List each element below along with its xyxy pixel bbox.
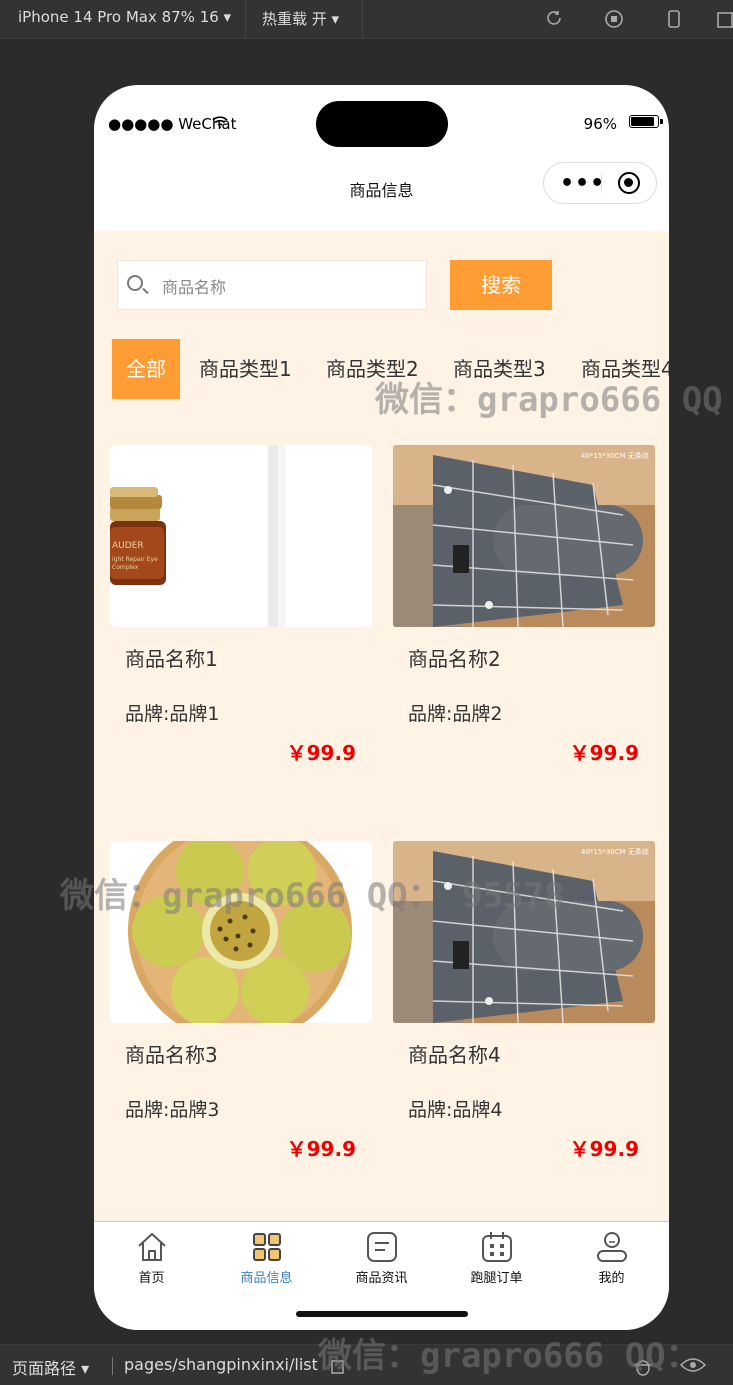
product-brand: 品牌:品牌4 xyxy=(408,1099,503,1121)
tabbar-label: 首页 xyxy=(138,1271,165,1286)
page-content: 搜索 全部 商品类型1 商品类型2 商品类型3 商品类型4 AUDE xyxy=(94,215,669,1221)
product-brand: 品牌:品牌2 xyxy=(408,703,503,725)
stop-icon[interactable] xyxy=(604,9,624,29)
phone-preview-icon[interactable] xyxy=(664,9,684,29)
product-price: ￥99.9 xyxy=(569,741,639,765)
product-image[interactable]: AUDER ight Repair Eye Complex xyxy=(110,445,372,627)
product-image[interactable]: 40*15*30CM 无条纹 xyxy=(393,841,655,1023)
phone-frame: ●●●●● WeChat 96% 商品信息 ••• 搜索 全部 商品类型1 商品… xyxy=(94,85,669,1330)
search-button[interactable]: 搜索 xyxy=(450,260,552,310)
tabbar-item-home[interactable]: 首页 xyxy=(94,1222,209,1292)
cosmetics-jar-image: AUDER ight Repair Eye Complex xyxy=(110,445,372,627)
tabbar-item-mine[interactable]: 我的 xyxy=(554,1222,669,1292)
header-strip xyxy=(94,215,669,231)
svg-text:40*15*30CM 无条纹: 40*15*30CM 无条纹 xyxy=(581,451,649,460)
product-name: 商品名称3 xyxy=(125,1043,218,1067)
battery-fill xyxy=(631,117,655,126)
toolbar-divider xyxy=(362,0,363,38)
product-brand: 品牌:品牌1 xyxy=(125,703,220,725)
product-image[interactable] xyxy=(110,841,372,1023)
wifi-icon xyxy=(212,116,228,128)
ide-toolbar: iPhone 14 Pro Max 87% 16 ▾ 热重载 开 ▾ xyxy=(0,0,733,39)
ide-status-bar: 页面路径 ▾ pages/shangpinxinxi/list xyxy=(0,1344,733,1385)
tabbar-label: 商品资讯 xyxy=(355,1271,408,1286)
eye-icon[interactable] xyxy=(680,1357,706,1373)
battery-percent: 96% xyxy=(583,115,617,133)
close-miniprogram-icon[interactable] xyxy=(618,172,640,194)
tab-type-2[interactable]: 商品类型2 xyxy=(326,339,419,399)
battery-nub xyxy=(660,119,663,124)
product-card[interactable]: 商品名称3 品牌:品牌3 ￥99.9 xyxy=(110,841,372,1171)
calendar-icon xyxy=(482,1232,512,1262)
tab-type-1[interactable]: 商品类型1 xyxy=(199,339,292,399)
product-name: 商品名称2 xyxy=(408,647,501,671)
svg-text:Complex: Complex xyxy=(112,564,139,571)
copy-icon[interactable] xyxy=(328,1357,346,1375)
product-card[interactable]: 40*15*30CM 无条纹 商品名称2 品牌:品牌2 ￥99.9 xyxy=(393,445,655,775)
product-image[interactable]: 40*15*30CM 无条纹 xyxy=(393,445,655,627)
window-icon[interactable] xyxy=(716,9,733,29)
device-selector[interactable]: iPhone 14 Pro Max 87% 16 ▾ xyxy=(18,8,231,26)
toolbar-divider xyxy=(245,0,246,38)
passion-fruit-image xyxy=(110,841,372,1023)
product-card[interactable]: AUDER ight Repair Eye Complex 商品名称1 品牌:品… xyxy=(110,445,372,775)
product-price: ￥99.9 xyxy=(286,741,356,765)
search-input[interactable] xyxy=(160,273,414,301)
tab-type-4[interactable]: 商品类型4 xyxy=(581,339,669,399)
tabbar-label: 我的 xyxy=(598,1271,625,1286)
search-field[interactable] xyxy=(117,260,427,310)
hot-reload-toggle[interactable]: 热重载 开 ▾ xyxy=(262,8,339,29)
plaid-cushion-image: 40*15*30CM 无条纹 xyxy=(393,445,655,627)
product-card[interactable]: 40*15*30CM 无条纹 商品名称4 品牌:品牌4 ￥99.9 xyxy=(393,841,655,1171)
product-brand: 品牌:品牌3 xyxy=(125,1099,220,1121)
category-tabs: 全部 商品类型1 商品类型2 商品类型3 商品类型4 xyxy=(112,339,669,399)
tabbar-item-orders[interactable]: 跑腿订单 xyxy=(439,1222,554,1292)
tabbar-item-news[interactable]: 商品资讯 xyxy=(324,1222,439,1292)
bug-icon[interactable] xyxy=(632,1355,654,1377)
refresh-icon[interactable] xyxy=(544,9,564,29)
home-icon xyxy=(138,1233,166,1261)
product-price: ￥99.9 xyxy=(569,1137,639,1161)
miniprogram-capsule: ••• xyxy=(543,162,657,204)
bottom-tabbar: 首页 商品信息 商品资讯 跑腿订单 我的 xyxy=(94,1221,669,1330)
product-name: 商品名称4 xyxy=(408,1043,501,1067)
search-icon xyxy=(127,275,143,291)
battery-icon xyxy=(629,115,663,128)
svg-text:40*15*30CM 无条纹: 40*15*30CM 无条纹 xyxy=(581,847,649,856)
svg-text:AUDER: AUDER xyxy=(112,541,144,551)
product-price: ￥99.9 xyxy=(286,1137,356,1161)
page-path-value: pages/shangpinxinxi/list xyxy=(124,1355,318,1374)
tabbar-label: 商品信息 xyxy=(240,1271,293,1286)
tabbar-item-products[interactable]: 商品信息 xyxy=(209,1222,324,1292)
page-path-label[interactable]: 页面路径 ▾ xyxy=(12,1355,89,1379)
plaid-cushion-image: 40*15*30CM 无条纹 xyxy=(393,841,655,1023)
product-name: 商品名称1 xyxy=(125,647,218,671)
document-icon xyxy=(367,1232,397,1262)
capsule-divider xyxy=(601,173,602,193)
tab-all[interactable]: 全部 xyxy=(112,339,180,399)
dynamic-island xyxy=(316,101,448,147)
tabbar-label: 跑腿订单 xyxy=(470,1271,523,1286)
more-icon[interactable]: ••• xyxy=(560,171,605,196)
home-indicator xyxy=(296,1311,468,1317)
svg-text:ight Repair Eye: ight Repair Eye xyxy=(112,556,158,563)
tab-type-3[interactable]: 商品类型3 xyxy=(453,339,546,399)
grid-icon xyxy=(253,1233,281,1261)
status-divider xyxy=(112,1357,113,1375)
user-icon xyxy=(597,1232,627,1262)
